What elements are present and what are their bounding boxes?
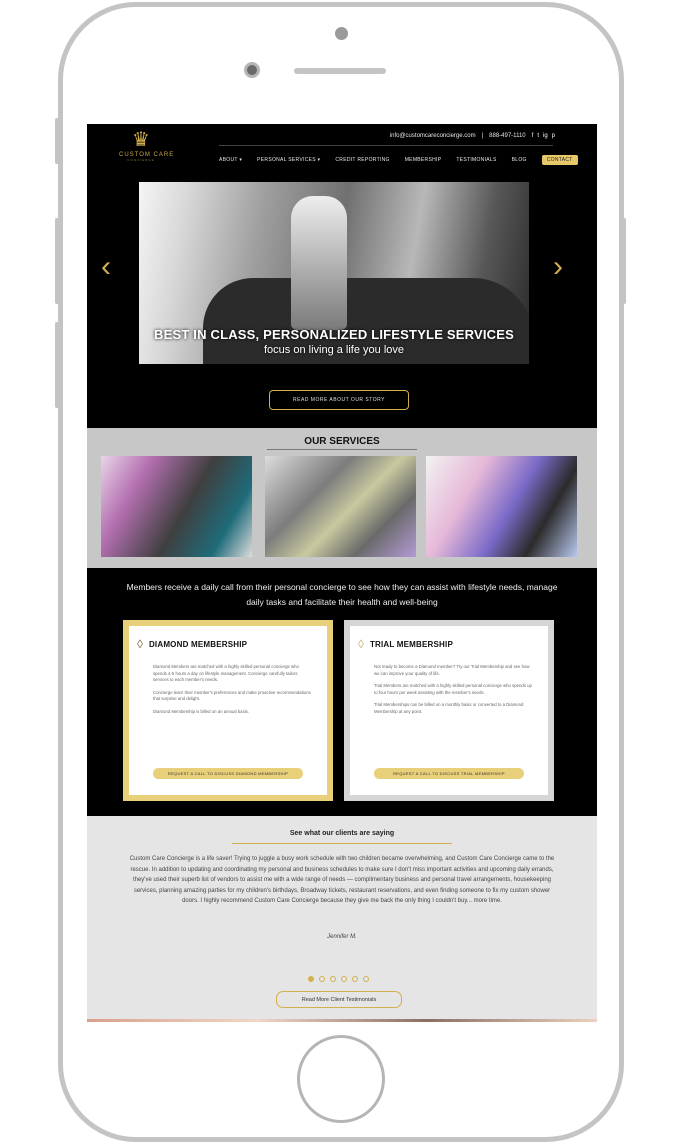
- logo-text: CUSTOM CARE: [119, 152, 175, 158]
- header-email[interactable]: info@customcareconcierge.com: [390, 133, 476, 139]
- testimonials-title: See what our clients are saying: [289, 830, 395, 837]
- trial-paragraph-1: Not ready to become a Diamond member? Tr…: [374, 664, 530, 676]
- main-nav: ABOUT ▾ PERSONAL SERVICES ▾ CREDIT REPOR…: [219, 155, 578, 165]
- trial-paragraph-2: Trial Members are matched with a highly …: [374, 683, 532, 695]
- testimonial-quote: Custom Care Concierge is a life saver! T…: [129, 856, 555, 904]
- mute-switch: [55, 118, 60, 164]
- nav-about[interactable]: ABOUT ▾: [219, 157, 242, 163]
- nav-personal-services[interactable]: PERSONAL SERVICES ▾: [257, 157, 320, 163]
- trial-request-call-button[interactable]: REQUEST A CALL TO DISCUSS TRIAL MEMBERSH…: [374, 768, 524, 779]
- diamond-paragraph-3: Diamond Membership is billed on an annua…: [153, 708, 250, 714]
- logo-subtext: CONCIERGE: [127, 158, 155, 162]
- nav-contact-button[interactable]: CONTACT: [541, 155, 578, 165]
- testimonials-section: See what our clients are saying Custom C…: [87, 816, 597, 1022]
- twitter-icon[interactable]: t: [537, 133, 539, 139]
- card-heading: ◊ TRIAL MEMBERSHIP: [358, 638, 453, 650]
- hero-caption: BEST IN CLASS, PERSONALIZED LIFESTYLE SE…: [139, 327, 529, 356]
- proximity-sensor: [335, 27, 348, 40]
- earpiece-speaker: [294, 68, 386, 74]
- nav-testimonials[interactable]: TESTIMONIALS: [456, 157, 496, 163]
- testimonial-pagination: [308, 976, 369, 982]
- pagination-dot[interactable]: [319, 976, 325, 982]
- pinterest-icon[interactable]: p: [552, 133, 555, 139]
- membership-section: Members receive a daily call from their …: [87, 568, 597, 816]
- trial-title: TRIAL MEMBERSHIP: [369, 639, 453, 649]
- hero-subheadline: focus on living a life you love: [263, 344, 405, 356]
- home-button[interactable]: [297, 1035, 385, 1123]
- pagination-dot[interactable]: [308, 976, 314, 982]
- membership-intro: Members receive a daily call from their …: [126, 582, 558, 607]
- slider-prev-arrow-icon[interactable]: ‹: [101, 252, 111, 282]
- read-story-button[interactable]: READ MORE ABOUT OUR STORY: [269, 390, 409, 410]
- diamond-request-call-button[interactable]: REQUEST A CALL TO DISCUSS DIAMOND MEMBER…: [153, 768, 303, 779]
- services-section: OUR SERVICES: [87, 428, 597, 568]
- trial-membership-card: ◊ TRIAL MEMBERSHIP Not ready to become a…: [344, 620, 554, 801]
- header-divider: [219, 145, 553, 146]
- testimonials-divider: [232, 843, 452, 844]
- instagram-icon[interactable]: ig: [543, 133, 548, 139]
- phone-screen: ♛ CUSTOM CARE CONCIERGE info@customcarec…: [87, 124, 597, 1022]
- card-heading: ◊ DIAMOND MEMBERSHIP: [137, 638, 247, 650]
- pagination-dot[interactable]: [341, 976, 347, 982]
- power-button: [621, 218, 626, 304]
- diamond-title: DIAMOND MEMBERSHIP: [148, 639, 248, 649]
- diamond-icon: ◊: [137, 637, 143, 651]
- diamond-icon: ◊: [358, 637, 364, 651]
- services-divider: [267, 449, 417, 450]
- trial-paragraph-3: Trial Memberships can be billed on a mon…: [374, 702, 524, 714]
- site-header: ♛ CUSTOM CARE CONCIERGE info@customcarec…: [87, 124, 597, 182]
- pagination-dot[interactable]: [352, 976, 358, 982]
- volume-up-button: [55, 218, 60, 304]
- volume-down-button: [55, 322, 60, 408]
- more-testimonials-button[interactable]: Read More Client Testimonials: [276, 991, 402, 1008]
- top-contact-bar: info@customcareconcierge.com | 888-497-1…: [390, 133, 555, 139]
- hero-person-image: [291, 196, 347, 330]
- diamond-paragraph-1: Diamond Members are matched with a highl…: [153, 664, 299, 682]
- crown-logo-icon: ♛: [132, 129, 150, 151]
- front-camera: [244, 62, 260, 78]
- nav-membership[interactable]: MEMBERSHIP: [405, 157, 442, 163]
- social-links: f t ig p: [532, 133, 555, 139]
- diamond-description: Diamond Members are matched with a highl…: [153, 664, 313, 721]
- pagination-dot[interactable]: [330, 976, 336, 982]
- diamond-membership-card: ◊ DIAMOND MEMBERSHIP Diamond Members are…: [123, 620, 333, 801]
- service-image-driver[interactable]: [101, 456, 252, 557]
- separator: |: [481, 133, 484, 139]
- hero-headline: BEST IN CLASS, PERSONALIZED LIFESTYLE SE…: [153, 327, 514, 342]
- trial-description: Not ready to become a Diamond member? Tr…: [374, 664, 534, 721]
- service-image-relaxation[interactable]: [265, 456, 416, 557]
- service-image-piano[interactable]: [426, 456, 577, 557]
- slider-next-arrow-icon[interactable]: ›: [553, 252, 563, 282]
- nav-blog[interactable]: BLOG: [512, 157, 527, 163]
- site-logo[interactable]: ♛ CUSTOM CARE CONCIERGE: [119, 129, 175, 162]
- testimonial-author: Jennifer M.: [327, 934, 357, 940]
- hero-slider: BEST IN CLASS, PERSONALIZED LIFESTYLE SE…: [139, 182, 529, 364]
- services-title: OUR SERVICES: [304, 436, 380, 447]
- footer-image-strip: [87, 1019, 597, 1022]
- pagination-dot[interactable]: [363, 976, 369, 982]
- header-phone[interactable]: 888-497-1110: [489, 133, 525, 139]
- facebook-icon[interactable]: f: [532, 133, 534, 139]
- nav-credit-reporting[interactable]: CREDIT REPORTING: [335, 157, 389, 163]
- diamond-paragraph-2: Concierge learn their member's preferenc…: [153, 689, 311, 702]
